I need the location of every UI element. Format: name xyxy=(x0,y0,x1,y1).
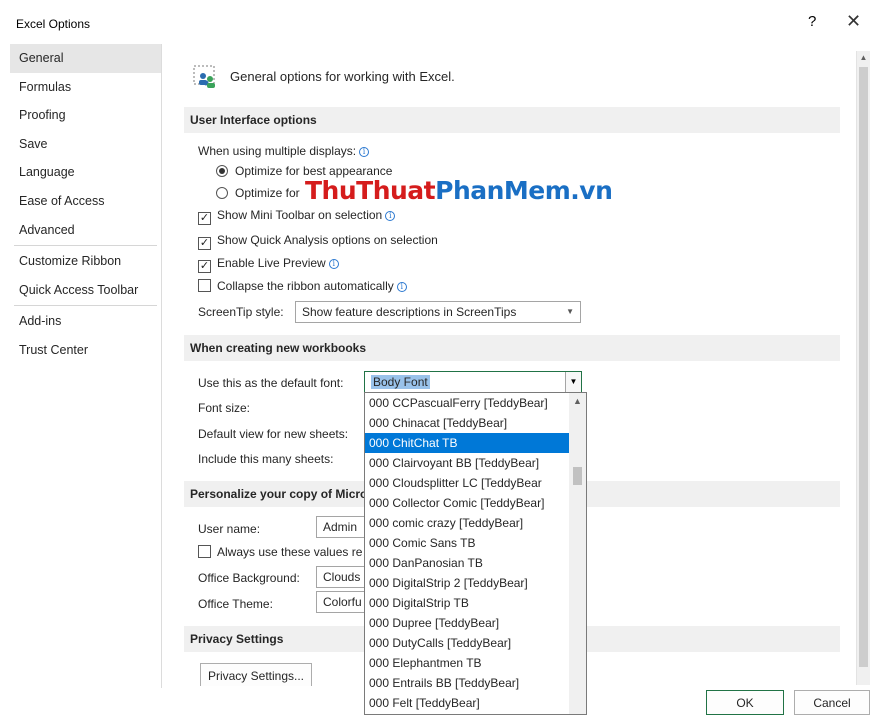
scroll-thumb[interactable] xyxy=(859,67,868,667)
sidebar-item-ease-of-access[interactable]: Ease of Access xyxy=(10,187,161,216)
scroll-up-icon[interactable]: ▲ xyxy=(857,51,870,65)
page-header: General options for working with Excel. xyxy=(192,62,455,90)
sidebar-item-proofing[interactable]: Proofing xyxy=(10,101,161,130)
collapse-ribbon-option[interactable]: Collapse the ribbon automatically i xyxy=(198,279,407,293)
font-list-item[interactable]: 000 comic crazy [TeddyBear] xyxy=(365,513,569,533)
font-list-item-highlighted[interactable]: 000 ChitChat TB xyxy=(365,433,569,453)
sidebar-divider xyxy=(14,305,157,307)
section-ui-options: User Interface options xyxy=(184,107,840,133)
screentip-select[interactable]: Show feature descriptions in ScreenTips … xyxy=(295,301,581,323)
radio-button-selected[interactable] xyxy=(216,165,228,177)
close-button[interactable]: ✕ xyxy=(846,11,861,32)
page-title: General options for working with Excel. xyxy=(230,68,455,84)
checkbox-checked[interactable]: ✓ xyxy=(198,237,211,250)
default-font-select[interactable]: Body Font ▼ xyxy=(364,371,582,393)
font-list-item[interactable]: 000 DigitalStrip 2 [TeddyBear] xyxy=(365,573,569,593)
mini-toolbar-option[interactable]: ✓ Show Mini Toolbar on selection i xyxy=(198,208,396,225)
cancel-button[interactable]: Cancel xyxy=(794,690,870,715)
sidebar-item-formulas[interactable]: Formulas xyxy=(10,73,161,102)
default-font-label: Use this as the default font: xyxy=(198,376,344,390)
font-list-scroll-thumb[interactable] xyxy=(573,467,582,485)
office-background-label: Office Background: xyxy=(198,571,300,585)
scroll-up-icon[interactable]: ▲ xyxy=(569,393,586,409)
chevron-down-icon: ▼ xyxy=(566,307,574,316)
mini-toolbar-label: Show Mini Toolbar on selection xyxy=(217,208,383,222)
default-font-value: Body Font xyxy=(371,375,430,389)
quick-analysis-label: Show Quick Analysis options on selection xyxy=(217,233,438,247)
checkbox-checked[interactable]: ✓ xyxy=(198,212,211,225)
section-new-workbooks: When creating new workbooks xyxy=(184,335,840,361)
font-list-item[interactable]: 000 Elephantmen TB xyxy=(365,653,569,673)
privacy-settings-button[interactable]: Privacy Settings... xyxy=(200,663,312,686)
content-scrollbar[interactable]: ▲ xyxy=(856,51,870,685)
watermark-part2: PhanMem.vn xyxy=(435,176,613,205)
font-list-item[interactable]: 000 DigitalStrip TB xyxy=(365,593,569,613)
screentip-value: Show feature descriptions in ScreenTips xyxy=(302,305,517,319)
font-list-item[interactable]: 000 CCPascualFerry [TeddyBear] xyxy=(365,393,569,413)
font-list-item[interactable]: 000 Clairvoyant BB [TeddyBear] xyxy=(365,453,569,473)
sheets-count-label: Include this many sheets: xyxy=(198,452,334,466)
sidebar-divider xyxy=(14,245,157,247)
live-preview-option[interactable]: ✓ Enable Live Preview i xyxy=(198,256,339,273)
multi-display-label: When using multiple displays: i xyxy=(198,144,370,158)
font-list-scrollbar[interactable]: ▲ xyxy=(569,393,586,714)
info-icon: i xyxy=(385,211,396,221)
collapse-ribbon-label: Collapse the ribbon automatically xyxy=(217,279,394,293)
dropdown-arrow-icon[interactable]: ▼ xyxy=(565,372,581,392)
window-title: Excel Options xyxy=(16,17,91,31)
quick-analysis-option[interactable]: ✓ Show Quick Analysis options on selectio… xyxy=(198,233,438,250)
live-preview-label: Enable Live Preview xyxy=(217,256,326,270)
sidebar-item-quick-access-toolbar[interactable]: Quick Access Toolbar xyxy=(10,276,161,305)
font-list-item[interactable]: 000 Chinacat [TeddyBear] xyxy=(365,413,569,433)
info-icon: i xyxy=(396,282,407,292)
sidebar-item-advanced[interactable]: Advanced xyxy=(10,216,161,245)
font-list-item[interactable]: 000 Comic Sans TB xyxy=(365,533,569,553)
default-view-label: Default view for new sheets: xyxy=(198,427,349,441)
always-use-label: Always use these values re xyxy=(217,545,363,559)
font-list-item[interactable]: 000 DutyCalls [TeddyBear] xyxy=(365,633,569,653)
watermark-part1: ThuThuat xyxy=(305,176,436,205)
sidebar-item-save[interactable]: Save xyxy=(10,130,161,159)
screentip-label: ScreenTip style: xyxy=(198,305,284,319)
font-dropdown-list[interactable]: 000 CCPascualFerry [TeddyBear] 000 China… xyxy=(364,392,587,715)
font-list-item[interactable]: 000 Dupree [TeddyBear] xyxy=(365,613,569,633)
office-theme-label: Office Theme: xyxy=(198,597,273,611)
info-icon: i xyxy=(359,147,370,157)
font-list-item[interactable]: 000 DanPanosian TB xyxy=(365,553,569,573)
ok-button[interactable]: OK xyxy=(706,690,784,715)
font-list-item[interactable]: 000 Collector Comic [TeddyBear] xyxy=(365,493,569,513)
font-list-item[interactable]: 000 Cloudsplitter LC [TeddyBear xyxy=(365,473,569,493)
checkbox-unchecked[interactable] xyxy=(198,545,211,558)
title-bar: Excel Options ? ✕ xyxy=(0,0,870,44)
sidebar-item-general[interactable]: General xyxy=(10,44,161,73)
sidebar-item-language[interactable]: Language xyxy=(10,158,161,187)
font-size-label: Font size: xyxy=(198,401,251,415)
sidebar-item-customize-ribbon[interactable]: Customize Ribbon xyxy=(10,247,161,276)
radio-compat-label: Optimize for xyxy=(235,186,300,200)
always-use-option[interactable]: Always use these values re xyxy=(198,545,362,559)
watermark-logo: ThuThuatPhanMem.vn xyxy=(305,176,613,205)
radio-compatibility[interactable]: Optimize for xyxy=(216,186,300,200)
sidebar-item-trust-center[interactable]: Trust Center xyxy=(10,336,161,365)
checkbox-checked[interactable]: ✓ xyxy=(198,260,211,273)
info-icon: i xyxy=(328,259,339,269)
radio-button[interactable] xyxy=(216,187,228,199)
help-button[interactable]: ? xyxy=(808,13,816,30)
multi-display-text: When using multiple displays: xyxy=(198,144,357,158)
font-list-item[interactable]: 000 Entrails BB [TeddyBear] xyxy=(365,673,569,693)
username-label: User name: xyxy=(198,522,261,536)
sidebar-item-add-ins[interactable]: Add-ins xyxy=(10,307,161,336)
options-sidebar: General Formulas Proofing Save Language … xyxy=(10,44,162,688)
general-options-icon xyxy=(192,62,220,90)
checkbox-unchecked[interactable] xyxy=(198,279,211,292)
font-list-item[interactable]: 000 Felt [TeddyBear] xyxy=(365,693,569,713)
